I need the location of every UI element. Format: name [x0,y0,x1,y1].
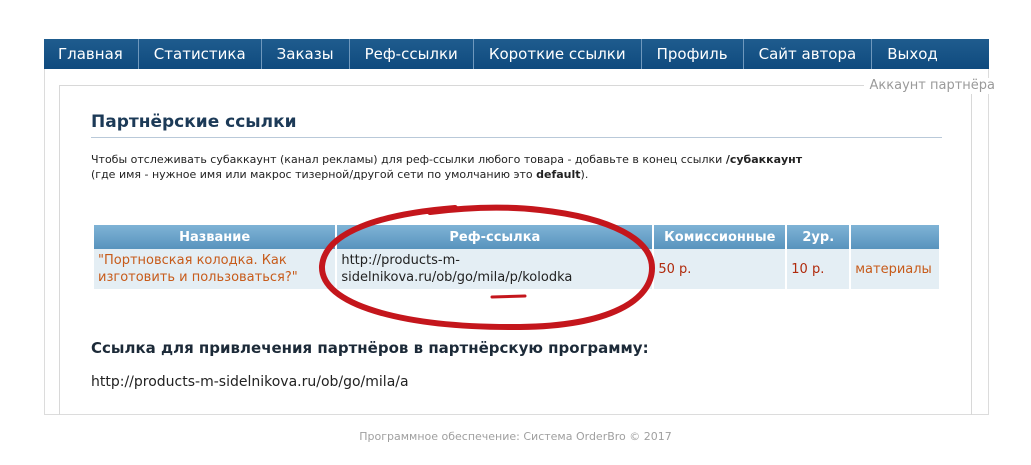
fieldset-legend: Аккаунт партнёра [863,78,1001,94]
table-header-row: Название Реф-ссылка Комиссионные 2ур. [94,225,939,249]
nav-item-home[interactable]: Главная [44,39,139,69]
materials-link[interactable]: материалы [851,249,939,289]
title-divider [91,137,942,138]
hint-line-2-suffix: ). [580,168,589,181]
hint-line-2: (где имя - нужное имя или макрос тизерно… [91,167,921,182]
header-materials [851,225,939,249]
header-level2: 2ур. [787,225,850,249]
partner-program-title: Ссылка для привлечения партнёров в партн… [91,339,649,357]
hint-line-1-text: Чтобы отслеживать субаккаунт (канал рекл… [91,153,726,166]
commission-value: 50 р. [654,249,786,289]
header-ref-link: Реф-ссылка [337,225,653,249]
nav-item-ref-links[interactable]: Реф-ссылки [350,39,474,69]
product-name-link[interactable]: "Портновская колодка. Как изготовить и п… [94,249,336,289]
ref-link-line-1: http://products-m- [341,253,460,268]
nav-item-statistics[interactable]: Статистика [139,39,262,69]
ref-links-table: Название Реф-ссылка Комиссионные 2ур. "П… [92,225,941,289]
table-row: "Портновская колодка. Как изготовить и п… [94,249,939,289]
hint-line-1-bold: /субаккаунт [725,153,803,166]
nav-item-orders[interactable]: Заказы [262,39,350,69]
nav-item-profile[interactable]: Профиль [642,39,744,69]
hint-line-2-text: (где имя - нужное имя или макрос тизерно… [91,168,537,181]
header-commission: Комиссионные [654,225,786,249]
ref-link-cell[interactable]: http://products-m- sidelnikova.ru/ob/go/… [337,249,653,289]
subaccount-hint: Чтобы отслеживать субаккаунт (канал рекл… [91,152,921,182]
header-name: Название [94,225,336,249]
page-title: Партнёрские ссылки [91,112,297,132]
hint-line-1: Чтобы отслеживать субаккаунт (канал рекл… [91,152,921,167]
hint-line-2-bold: default [536,168,581,181]
main-nav: Главная Статистика Заказы Реф-ссылки Кор… [44,39,989,69]
nav-item-author-site[interactable]: Сайт автора [744,39,873,69]
level2-value: 10 р. [787,249,850,289]
nav-item-logout[interactable]: Выход [872,39,958,69]
partner-program-link[interactable]: http://products-m-sidelnikova.ru/ob/go/m… [91,374,409,390]
footer-text: Программное обеспечение: Система OrderBr… [359,430,672,443]
ref-link-line-2: sidelnikova.ru/ob/go/mila/p/kolodka [341,270,573,285]
nav-item-short-links[interactable]: Короткие ссылки [474,39,642,69]
